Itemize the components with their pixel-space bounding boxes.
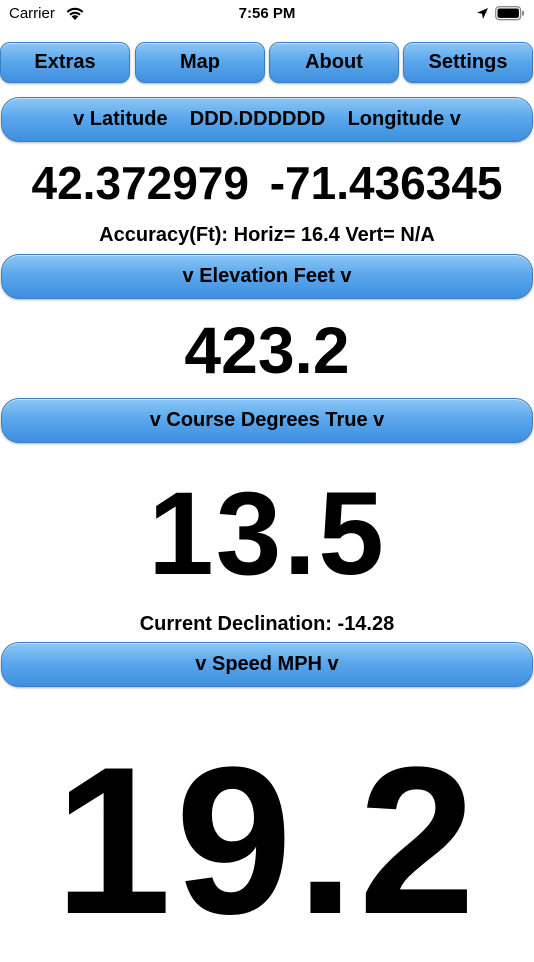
settings-button[interactable]: Settings (403, 42, 533, 83)
speed-header: v Speed MPH v (195, 653, 339, 675)
battery-icon (495, 6, 524, 21)
accuracy-readout: Accuracy(Ft): Horiz= 16.4 Vert= N/A (99, 224, 435, 246)
speed-units-button[interactable]: v Speed MPH v (1, 642, 533, 687)
course-units-button[interactable]: v Course Degrees True v (1, 398, 533, 443)
about-button[interactable]: About (269, 42, 399, 83)
latitude-longitude-header: v Latitude DDD.DDDDDD Longitude v (73, 108, 461, 130)
speed-value: 19.2 (54, 723, 480, 958)
map-button[interactable]: Map (135, 42, 265, 83)
coordinates-readout: 42.372979 -71.436345 (0, 156, 534, 210)
extras-button[interactable]: Extras (0, 42, 130, 83)
longitude-value: -71.436345 (269, 157, 503, 209)
course-header: v Course Degrees True v (149, 409, 385, 431)
latitude-longitude-format-button[interactable]: v Latitude DDD.DDDDDD Longitude v (1, 97, 533, 142)
elevation-header: v Elevation Feet v (182, 265, 352, 287)
elevation-units-button[interactable]: v Elevation Feet v (1, 254, 533, 299)
clock: 7:56 PM (238, 5, 296, 22)
course-value: 13.5 (148, 468, 386, 600)
status-bar: Carrier 7:56 PM (0, 0, 534, 30)
location-arrow-icon (477, 8, 488, 19)
latitude-value: 42.372979 (31, 157, 249, 209)
declination-readout: Current Declination: -14.28 (139, 613, 395, 635)
elevation-value: 423.2 (184, 313, 350, 387)
